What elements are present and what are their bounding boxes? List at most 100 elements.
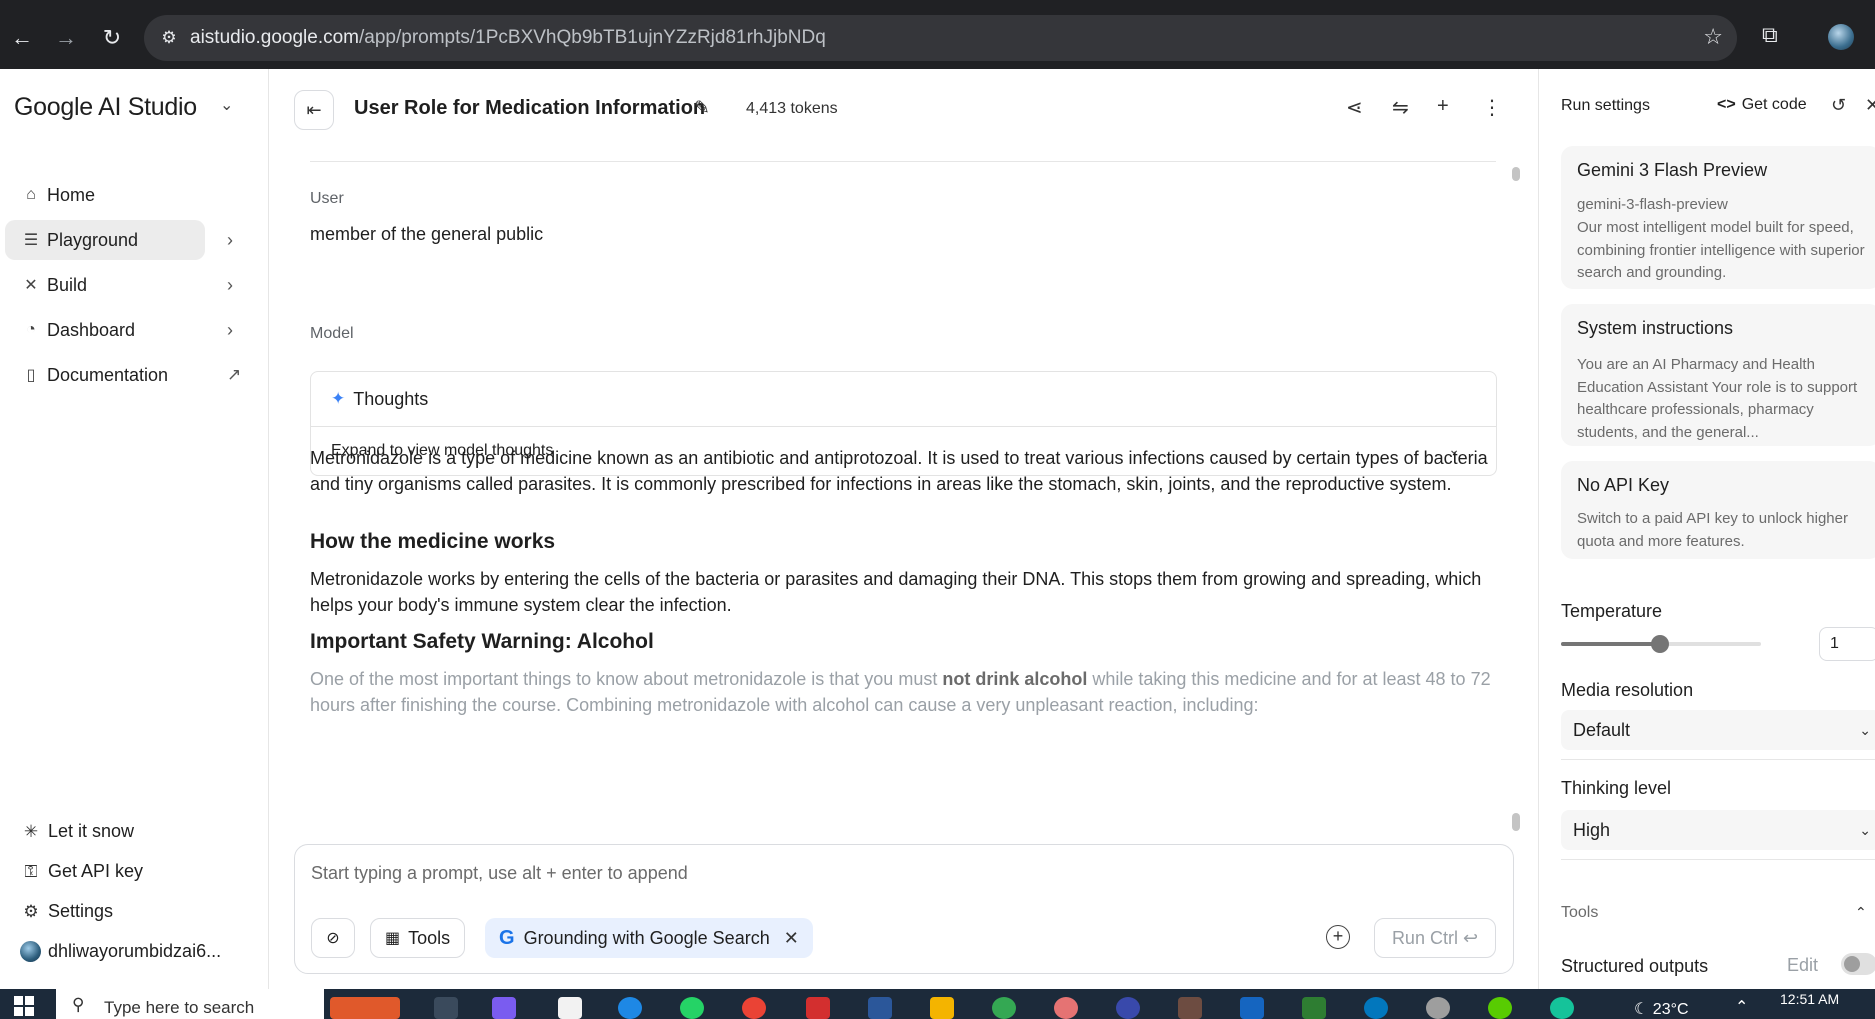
chat-area[interactable]: User member of the general public Model … [270,150,1525,840]
scrollbar-thumb[interactable] [1512,813,1520,831]
close-panel-icon[interactable]: ✕ [1865,95,1875,116]
site-settings-icon[interactable]: ⚙ [158,27,180,49]
settings-gear-icon[interactable] [1426,997,1450,1019]
run-button[interactable]: Run Ctrl ↩ [1374,918,1496,958]
model-selector-card[interactable]: Gemini 3 Flash Preview gemini-3-flash-pr… [1561,146,1875,289]
taskbar-search-box[interactable]: ⚲ Type here to search [56,989,324,1019]
divider [1561,759,1875,760]
tools-section-label[interactable]: Tools [1561,904,1598,922]
duolingo-icon[interactable] [1488,997,1512,1019]
task-view-icon[interactable] [434,997,458,1019]
system-instructions-card[interactable]: System instructions You are an AI Pharma… [1561,304,1875,446]
compare-icon[interactable]: ⇋ [1392,95,1409,120]
grounding-chip[interactable]: G Grounding with Google Search ✕ [485,918,813,958]
chevron-down-icon: ⌄ [1859,721,1871,738]
word-icon[interactable] [868,997,892,1019]
browser-toolbar: ← → ↻ ⚙ aistudio.google.com/app/prompts/… [0,0,1875,69]
sidebar-item-documentation[interactable]: ▯ Documentation ↗ [5,355,242,395]
sidebar-item-build[interactable]: ✕ Build › [5,265,233,305]
structured-outputs-toggle[interactable] [1841,953,1875,975]
grammarly-icon[interactable] [1550,997,1574,1019]
whatsapp-icon[interactable] [680,997,704,1019]
response-heading: Important Safety Warning: Alcohol [310,630,654,653]
file-explorer-icon[interactable] [930,997,954,1019]
visibility-toggle-button[interactable]: ⊘ [311,918,355,958]
sidebar-item-label: Home [47,184,96,205]
chevron-up-icon[interactable]: ⌃ [1855,904,1867,921]
more-options-icon[interactable]: ⋮ [1482,95,1502,120]
sidebar-item-playground[interactable]: ☰ Playground › [5,220,233,260]
close-icon[interactable]: ✕ [784,928,799,949]
back-icon[interactable]: ← [6,22,38,54]
media-app-icon[interactable] [806,997,830,1019]
chevron-right-icon[interactable]: › [227,320,233,341]
forward-icon[interactable]: → [50,22,82,54]
response-paragraph: Metronidazole is a type of medicine know… [310,448,1488,494]
chrome-profile-icon[interactable] [992,997,1016,1019]
api-key-card[interactable]: No API Key Switch to a paid API key to u… [1561,461,1875,559]
app-icon[interactable] [1302,997,1326,1019]
external-link-icon[interactable]: ↗ [227,365,241,385]
pencil-icon[interactable]: ✎ [694,97,710,120]
add-media-icon[interactable]: + [1326,925,1350,949]
tools-button[interactable]: ▦ Tools [370,918,466,958]
get-code-button[interactable]: <> Get code [1717,96,1807,114]
taskbar-widget-icon[interactable] [330,997,400,1019]
chevron-right-icon[interactable]: › [227,230,233,251]
chevron-up-icon[interactable]: ⌃ [1735,997,1748,1017]
app-icon[interactable] [1240,997,1264,1019]
page-title[interactable]: User Role for Medication Information [354,97,705,120]
extensions-icon[interactable]: ⧉ [1762,22,1778,48]
brand-logo[interactable]: Google AI Studio [14,93,197,122]
grounding-label: Grounding with Google Search [523,927,770,948]
media-resolution-select[interactable]: Default ⌄ [1561,710,1875,750]
bookmark-star-icon[interactable]: ☆ [1703,24,1723,50]
structured-outputs-label: Structured outputs [1561,956,1709,976]
chevron-right-icon[interactable]: › [227,275,233,296]
thinking-level-select[interactable]: High ⌄ [1561,810,1875,850]
media-resolution-label: Media resolution [1561,680,1694,700]
copilot-icon[interactable] [492,997,516,1019]
scrollbar-thumb[interactable] [1512,167,1520,181]
user-message[interactable]: member of the general public [310,224,543,245]
url-text[interactable]: aistudio.google.com/app/prompts/1PcBXVhQ… [190,27,826,49]
prompt-input[interactable]: Start typing a prompt, use alt + enter t… [311,863,688,884]
address-bar[interactable]: ⚙ aistudio.google.com/app/prompts/1PcBXV… [144,15,1737,61]
share-icon[interactable]: ⋖ [1346,95,1363,120]
new-chat-plus-icon[interactable]: + [1437,95,1449,118]
taskbar-clock[interactable]: 12:51 AM [1780,991,1839,1007]
structured-outputs-edit-link[interactable]: Edit [1787,955,1818,976]
temperature-slider-thumb[interactable] [1651,635,1669,653]
system-instructions-title: System instructions [1577,318,1734,338]
microsoft-store-icon[interactable] [558,997,582,1019]
account-email: dhliwayorumbidzai6... [48,941,222,961]
toggle-history-button[interactable]: ⇤ [294,90,334,130]
system-instructions-preview: You are an AI Pharmacy and Health Educat… [1577,356,1858,441]
app-icon[interactable] [1116,997,1140,1019]
left-sidebar: Google AI Studio ⌄ ⌂ Home ☰ Playground ›… [0,69,269,989]
chevron-down-icon[interactable]: ⌄ [220,95,233,115]
temperature-input[interactable]: 1 [1819,627,1875,661]
chrome-icon[interactable] [742,997,766,1019]
windows-start-icon[interactable] [14,996,34,1016]
settings-link[interactable]: ⚙ Settings [20,901,113,922]
sidebar-item-home[interactable]: ⌂ Home [5,175,205,215]
let-it-snow-toggle[interactable]: ✳ Let it snow [20,821,134,842]
book-icon: ▯ [26,367,36,384]
edge-browser-icon[interactable] [618,997,642,1019]
reset-settings-icon[interactable]: ↺ [1831,95,1846,116]
gear-icon: ⚙ [23,901,39,921]
profile-avatar[interactable] [1828,24,1854,50]
account-menu[interactable]: dhliwayorumbidzai6... [20,941,221,962]
bible-app-icon[interactable] [1178,997,1202,1019]
reload-icon[interactable]: ↻ [96,22,128,54]
token-count: 4,413 tokens [746,100,838,117]
taskbar-search-placeholder: Type here to search [104,998,255,1017]
prompt-header: ⇤ User Role for Medication Information ✎… [270,69,1537,149]
app-icon[interactable] [1364,997,1388,1019]
weather-readout[interactable]: ☾ 23°C [1634,999,1689,1019]
app-icon[interactable] [1054,997,1078,1019]
sidebar-item-dashboard[interactable]: ◔ Dashboard › [5,310,233,350]
build-tools-icon: ✕ [24,277,38,294]
get-api-key-link[interactable]: ⚿ Get API key [20,861,144,882]
